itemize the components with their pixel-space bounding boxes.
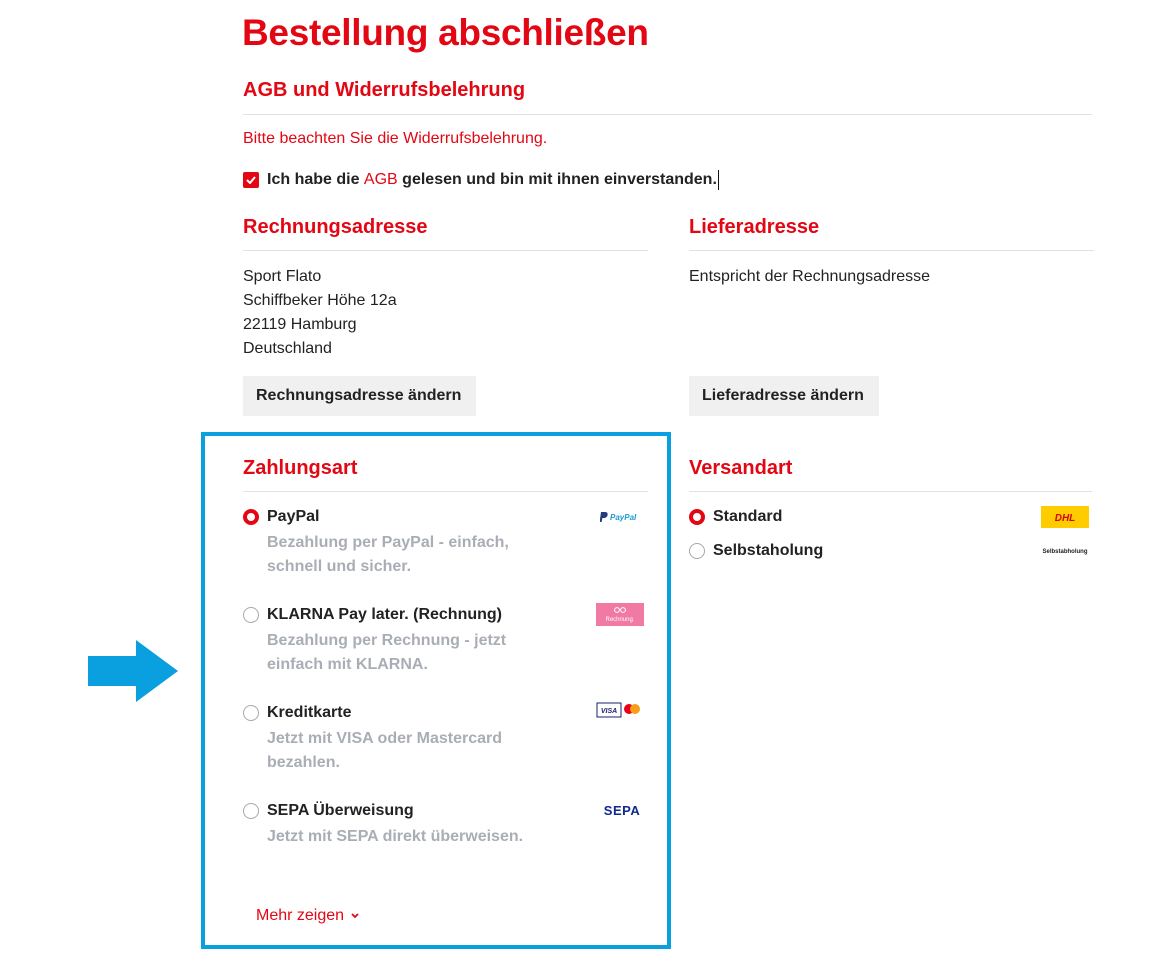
- shipping-option-label: Standard: [713, 508, 783, 525]
- shipping-option-label: Selbstaholung: [713, 542, 824, 559]
- shipping-method-section: Versandart Standard DHL Selbstaholung Se…: [689, 457, 1092, 559]
- shipping-divider: [689, 250, 1094, 251]
- selbstabholung-logo-icon: Selbstabholung: [1041, 543, 1089, 559]
- change-shipping-address-button[interactable]: Lieferadresse ändern: [689, 376, 879, 416]
- shipping-option-standard[interactable]: Standard DHL: [689, 506, 1092, 528]
- payment-option-description: Bezahlung per Rechnung - jetzt einfach m…: [267, 632, 507, 673]
- billing-divider: [243, 250, 648, 251]
- payment-option-label: PayPal: [267, 508, 320, 525]
- show-more-link[interactable]: Mehr zeigen: [256, 907, 360, 925]
- dhl-logo-icon: DHL: [1041, 506, 1089, 528]
- billing-address-section: Rechnungsadresse Sport Flato Schiffbeker…: [243, 216, 648, 361]
- payment-option-creditcard[interactable]: Kreditkarte Jetzt mit VISA oder Masterca…: [243, 701, 648, 775]
- payment-option-paypal[interactable]: PayPal Bezahlung per PayPal - einfach, s…: [243, 507, 648, 579]
- paypal-radio[interactable]: [243, 509, 259, 525]
- agb-consent-after: gelesen und bin mit ihnen einverstanden.: [402, 171, 717, 188]
- agb-link[interactable]: AGB: [364, 171, 398, 188]
- shipping-address-text: Entspricht der Rechnungsadresse: [689, 268, 931, 285]
- shipping-address-section: Lieferadresse Entspricht der Rechnungsad…: [689, 216, 1094, 289]
- billing-line-street: Schiffbeker Höhe 12a: [243, 292, 397, 309]
- billing-line-city: 22119 Hamburg: [243, 316, 357, 333]
- agb-heading: AGB und Widerrufsbelehrung: [243, 79, 526, 101]
- payment-option-description: Bezahlung per PayPal - einfach, schnell …: [267, 534, 509, 575]
- payment-option-sepa[interactable]: SEPA Überweisung Jetzt mit SEPA direkt ü…: [243, 801, 648, 849]
- klarna-radio[interactable]: [243, 607, 259, 623]
- billing-line-name: Sport Flato: [243, 268, 322, 285]
- billing-address-lines: Sport Flato Schiffbeker Höhe 12a 22119 H…: [243, 265, 648, 361]
- withdrawal-link[interactable]: Bitte beachten Sie die Widerrufsbelehrun…: [243, 130, 547, 148]
- sepa-logo-text: SEPA: [604, 803, 641, 818]
- payment-method-section: Zahlungsart PayPal Bezahlung per PayPal …: [243, 457, 648, 845]
- pickup-radio[interactable]: [689, 543, 705, 559]
- checkmark-icon: [246, 176, 256, 184]
- chevron-down-icon: [351, 913, 359, 919]
- shipping-method-heading: Versandart: [689, 457, 793, 479]
- text-cursor: [717, 170, 719, 190]
- agb-consent-before: Ich habe die: [267, 171, 360, 188]
- payment-divider: [243, 491, 648, 492]
- payment-option-label: KLARNA Pay later. (Rechnung): [267, 606, 502, 623]
- sepa-radio[interactable]: [243, 803, 259, 819]
- payment-option-description: Jetzt mit VISA oder Mastercard bezahlen.: [267, 730, 503, 771]
- paypal-logo-icon: PayPal: [600, 507, 644, 527]
- dhl-logo-text: DHL: [1055, 513, 1076, 524]
- payment-heading: Zahlungsart: [243, 457, 358, 479]
- klarna-logo-icon: Rechnung.: [596, 603, 644, 626]
- visa-mastercard-logo-icon: VISA: [596, 701, 644, 719]
- billing-line-country: Deutschland: [243, 340, 332, 357]
- agb-consent-row[interactable]: Ich habe die AGB gelesen und bin mit ihn…: [243, 170, 719, 190]
- change-billing-address-button[interactable]: Rechnungsadresse ändern: [243, 376, 476, 416]
- billing-heading: Rechnungsadresse: [243, 216, 428, 238]
- agb-divider: [243, 114, 1092, 115]
- show-more-label: Mehr zeigen: [256, 907, 345, 924]
- payment-option-label: Kreditkarte: [267, 704, 352, 721]
- klarna-logo-text: Rechnung.: [605, 617, 634, 623]
- payment-option-klarna[interactable]: KLARNA Pay later. (Rechnung) Bezahlung p…: [243, 603, 648, 677]
- visa-logo-text: VISA: [601, 708, 617, 715]
- shipping-option-pickup[interactable]: Selbstaholung Selbstabholung: [689, 541, 1092, 561]
- creditcard-radio[interactable]: [243, 705, 259, 721]
- standard-radio[interactable]: [689, 509, 705, 525]
- payment-option-description: Jetzt mit SEPA direkt überweisen.: [267, 828, 524, 845]
- shipping-heading: Lieferadresse: [689, 216, 820, 238]
- arrow-right-icon: [88, 640, 178, 702]
- agb-checkbox[interactable]: [243, 172, 259, 188]
- payment-option-label: SEPA Überweisung: [267, 802, 414, 819]
- selbstabholung-logo-text: Selbstabholung: [1043, 549, 1088, 555]
- page-title: Bestellung abschließen: [242, 12, 649, 53]
- paypal-logo-text: PayPal: [610, 513, 637, 522]
- agb-consent-label: Ich habe die AGB gelesen und bin mit ihn…: [267, 171, 717, 189]
- sepa-logo-icon: SEPA: [600, 801, 644, 819]
- shipping-method-divider: [689, 491, 1092, 492]
